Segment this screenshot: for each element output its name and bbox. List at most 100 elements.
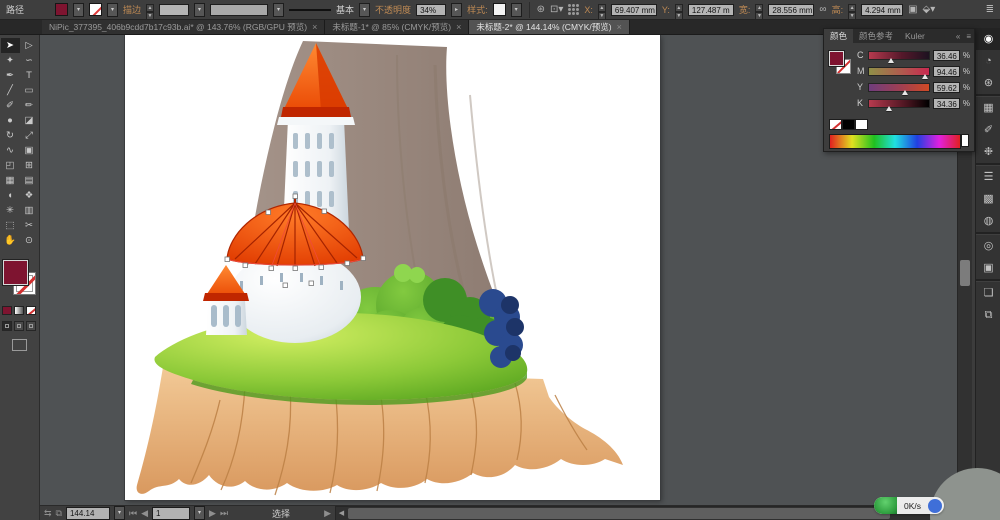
style-dropdown-icon[interactable]: ▾ [511, 3, 522, 17]
export-window-icon[interactable]: ⧉ [56, 508, 62, 519]
fill-proxy-swatch[interactable] [3, 260, 28, 285]
close-tab-icon[interactable]: × [456, 22, 461, 32]
color-spectrum-bar[interactable] [829, 134, 961, 149]
style-swatch[interactable] [493, 3, 506, 16]
tab-kuler[interactable]: Kuler [899, 29, 931, 43]
width-stepper[interactable]: ▲▼ [755, 4, 763, 16]
eraser-tool[interactable]: ◪ [20, 113, 39, 128]
lasso-tool[interactable]: ∽ [20, 53, 39, 68]
gradient-panel-icon[interactable]: ▩ [976, 188, 1000, 210]
swatches-panel-icon[interactable]: ▦ [976, 97, 1000, 119]
gradient-tool[interactable]: ▤ [20, 173, 39, 188]
none-swatch[interactable] [829, 119, 842, 130]
free-transform-tool[interactable]: ▣ [20, 143, 39, 158]
transparency-panel-icon[interactable]: ◍ [976, 210, 1000, 232]
stroke-weight-dropdown-icon[interactable]: ▾ [194, 3, 205, 17]
stroke-color-swatch[interactable] [89, 3, 102, 16]
net-speed-widget[interactable]: 0K/s [874, 497, 944, 514]
brushes-panel-icon[interactable]: ✐ [976, 119, 1000, 141]
yellow-slider[interactable] [868, 83, 930, 92]
fill-color-dropdown-icon[interactable]: ▾ [73, 3, 84, 17]
brush-dropdown-icon[interactable]: ▾ [359, 3, 370, 17]
reference-point-locator[interactable] [568, 4, 579, 15]
artboard[interactable] [125, 35, 660, 500]
line-segment-tool[interactable]: ╱ [1, 83, 20, 98]
symbol-sprayer-tool[interactable]: ✳ [1, 203, 20, 218]
zoom-level-input[interactable]: 144.14 [66, 507, 110, 520]
draw-normal-mode-button[interactable] [2, 321, 12, 331]
eyedropper-tool[interactable]: ◖ [1, 188, 20, 203]
scroll-left-icon[interactable]: ◀ [336, 509, 347, 517]
collapse-control-bar-icon[interactable]: ≣ [986, 4, 994, 15]
width-profile-dropdown-icon[interactable]: ▾ [273, 3, 284, 17]
shape-builder-tool[interactable]: ◰ [1, 158, 20, 173]
cyan-value[interactable]: 36.46 [933, 50, 960, 61]
opacity-dropdown-icon[interactable]: ▸ [451, 3, 462, 17]
shear-options-icon[interactable]: ⬙▾ [923, 4, 936, 15]
perspective-grid-tool[interactable]: ⊞ [20, 158, 39, 173]
hand-tool[interactable]: ✋ [1, 233, 20, 248]
width-profile-dropdown[interactable] [210, 4, 268, 16]
vertical-scrollbar-thumb[interactable] [960, 260, 970, 286]
magic-wand-tool[interactable]: ✦ [1, 53, 20, 68]
opacity-label[interactable]: 不透明度 [375, 3, 411, 16]
spectrum-white-swatch[interactable] [961, 134, 969, 147]
align-options-icon[interactable]: ⊡▾ [550, 4, 563, 15]
rectangle-tool[interactable]: ▭ [20, 83, 39, 98]
brush-name[interactable]: 基本 [336, 3, 354, 16]
close-tab-icon[interactable]: × [617, 22, 622, 32]
black-swatch[interactable] [842, 119, 855, 130]
screen-mode-button[interactable] [12, 339, 27, 351]
magenta-slider[interactable] [868, 67, 930, 76]
yellow-value[interactable]: 59.62 [933, 82, 960, 93]
artboard-tool[interactable]: ⬚ [1, 218, 20, 233]
width-input[interactable]: 28.556 mm [768, 4, 814, 16]
paintbrush-tool[interactable]: ✐ [1, 98, 20, 113]
fill-color-swatch[interactable] [55, 3, 68, 16]
artboard-dropdown-icon[interactable]: ▾ [194, 506, 205, 520]
stroke-weight-label[interactable]: 描边 [123, 3, 141, 16]
artboard-number-input[interactable]: 1 [152, 507, 190, 520]
tab-color-guide[interactable]: 颜色参考 [853, 29, 899, 43]
gradient-button[interactable] [14, 306, 24, 315]
height-input[interactable]: 4.294 mm [861, 4, 903, 16]
last-artboard-icon[interactable]: ⏭ [220, 508, 228, 519]
appearance-panel-icon[interactable]: ◎ [976, 235, 1000, 257]
mesh-tool[interactable]: ▦ [1, 173, 20, 188]
constrain-proportions-icon[interactable]: ∞ [819, 4, 826, 15]
slice-tool[interactable]: ✂ [20, 218, 39, 233]
previous-artboard-icon[interactable]: ◀ [141, 508, 148, 519]
width-tool[interactable]: ∿ [1, 143, 20, 158]
type-tool[interactable]: T [20, 68, 39, 83]
panel-menu-icon[interactable]: ≡ [963, 32, 974, 41]
artboards-panel-icon[interactable]: ⧉ [976, 304, 1000, 326]
scale-tool[interactable]: ⤢ [20, 128, 39, 143]
draw-inside-mode-button[interactable] [26, 321, 36, 331]
y-input[interactable]: 127.487 m [688, 4, 734, 16]
close-tab-icon[interactable]: × [312, 22, 317, 32]
height-stepper[interactable]: ▲▼ [848, 4, 856, 16]
blob-brush-tool[interactable]: ● [1, 113, 20, 128]
none-button[interactable] [26, 306, 36, 315]
black-value[interactable]: 34.36 [933, 98, 960, 109]
direct-selection-tool[interactable]: ▷ [20, 38, 39, 53]
document-tab[interactable]: NiPic_377395_406b9cdd7b17c93b.ai* @ 143.… [42, 20, 325, 34]
graphic-styles-panel-icon[interactable]: ▣ [976, 257, 1000, 279]
rotate-tool[interactable]: ↻ [1, 128, 20, 143]
stroke-panel-icon[interactable]: ☰ [976, 166, 1000, 188]
selection-tool[interactable]: ➤ [1, 38, 20, 53]
recolor-artwork-icon[interactable]: ⊛ [537, 4, 545, 15]
castle-illustration[interactable] [125, 35, 660, 500]
zoom-dropdown-icon[interactable]: ▾ [114, 506, 125, 520]
x-stepper[interactable]: ▲▼ [598, 4, 606, 16]
layers-panel-icon[interactable]: ❏ [976, 282, 1000, 304]
magenta-value[interactable]: 94.46 [933, 66, 960, 77]
color-guide-panel-icon[interactable]: ◔ [976, 50, 1000, 72]
zoom-tool[interactable]: ⊙ [20, 233, 39, 248]
transform-options-icon[interactable]: ▣ [908, 4, 917, 15]
horizontal-scrollbar-thumb[interactable] [348, 508, 890, 519]
pen-tool[interactable]: ✒ [1, 68, 20, 83]
swap-arrows-icon[interactable]: ⇆ [44, 508, 52, 519]
first-artboard-icon[interactable]: ⏮ [129, 508, 137, 519]
color-panel-icon[interactable]: ◉ [976, 28, 1000, 50]
